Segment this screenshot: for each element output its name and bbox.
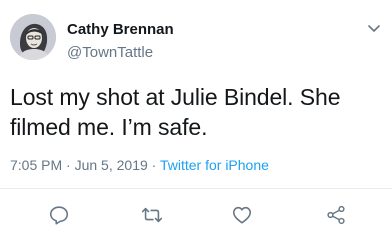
share-icon[interactable]	[324, 203, 348, 227]
tweet-card: Cathy Brennan @TownTattle Lost my shot a…	[0, 0, 392, 240]
chevron-down-icon[interactable]	[366, 22, 382, 34]
user-handle[interactable]: @TownTattle	[67, 44, 174, 62]
meta-separator: ·	[62, 157, 75, 173]
display-name[interactable]: Cathy Brennan	[67, 21, 174, 39]
tweet-meta: 7:05 PM · Jun 5, 2019 · Twitter for iPho…	[10, 156, 269, 174]
tweet-date: Jun 5, 2019	[74, 157, 148, 173]
tweet-source-link[interactable]: Twitter for iPhone	[160, 157, 269, 173]
user-info: Cathy Brennan @TownTattle	[67, 21, 174, 62]
action-bar	[0, 203, 392, 227]
meta-separator: ·	[147, 157, 160, 173]
divider	[0, 188, 392, 189]
retweet-icon[interactable]	[140, 203, 164, 227]
avatar[interactable]	[10, 14, 56, 60]
reply-icon[interactable]	[47, 203, 71, 227]
tweet-text: Lost my shot at Julie Bindel. She filmed…	[10, 84, 341, 140]
tweet-time: 7:05 PM	[10, 157, 63, 173]
heart-icon[interactable]	[230, 203, 254, 227]
